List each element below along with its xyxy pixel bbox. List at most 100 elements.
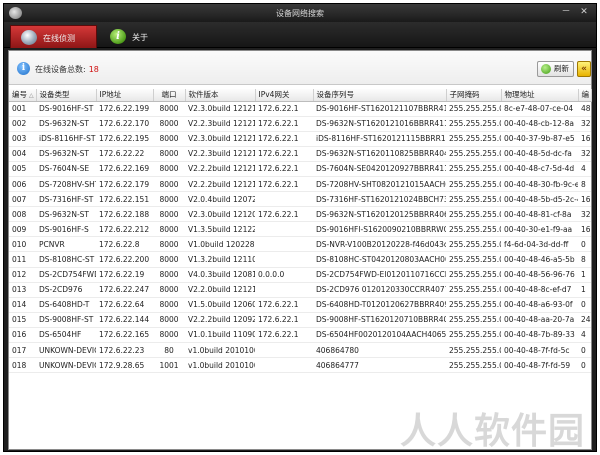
table-row[interactable]: 016 DS-6504HF 172.6.22.165 8000 V1.0.1build … — [9, 327, 591, 344]
refresh-button[interactable]: 刷新 — [537, 61, 574, 77]
column-header-subnet-mask[interactable]: 子网掩码 — [446, 89, 502, 102]
cell-ip-address: 172.6.22.64 — [96, 297, 153, 313]
cell-device-type: DS-7316HF-ST — [36, 191, 96, 208]
cell-serial-number: 406864780 — [313, 342, 446, 359]
tab-about[interactable]: i 关于 — [100, 25, 186, 48]
cell-ip-address: 172.6.22.19 — [96, 267, 153, 283]
column-header-software-version[interactable]: 软件版本 — [185, 89, 256, 102]
cell-mac-address: 00-40-48-5d-dc-fa — [501, 146, 578, 162]
cell-port: 8000 — [153, 206, 185, 223]
cell-serial-number: DS-6408HD-T0120120627BBRR4093... — [313, 297, 446, 313]
cell-ip-address: 172.6.22.170 — [96, 116, 153, 132]
cell-subnet-mask: 255.255.255.0 — [446, 101, 501, 117]
cell-ip-address: 172.9.28.65 — [96, 357, 153, 374]
cell-extra: 8 — [578, 251, 591, 268]
cell-extra: 1 — [578, 267, 591, 283]
table-row[interactable]: 018UNKOWN-DEVICE-TYPE172.9.28.651001v1.0… — [9, 357, 591, 374]
table-row[interactable]: 015 DS-9008HF-ST 172.6.22.144 8000 V2.2.2bui… — [9, 312, 591, 328]
cell-extra: 0 — [578, 236, 591, 253]
cell-subnet-mask: 255.255.255.0 — [446, 161, 501, 177]
cell-mac-address: 00-40-48-7f-fd-59 — [501, 357, 578, 374]
table-row[interactable]: 001 DS-9016HF-ST 172.6.22.199 8000 V2.3.0bui… — [9, 101, 591, 117]
cell-extra: 4 — [578, 327, 591, 344]
info-icon: i — [110, 29, 126, 44]
column-header-device-type[interactable]: 设备类型 — [36, 89, 97, 102]
cell-ip-address: 172.6.22.212 — [96, 221, 153, 238]
table-row[interactable]: 007 DS-7316HF-ST 172.6.22.151 8000 V2.0.4bui… — [9, 191, 591, 208]
collapse-button[interactable]: « — [577, 61, 591, 77]
table-row[interactable]: 011 DS-8108HC-ST 172.6.22.200 8000 V1.3.2bui… — [9, 251, 591, 268]
cell-ipv4-gateway: 172.6.22.1 — [255, 131, 313, 147]
cell-serial-number: DS-7316HF-ST1620121024BBCH731... — [313, 191, 446, 208]
column-header-mac-address[interactable]: 物理地址 — [501, 89, 579, 102]
cell-device-type: DS-7604N-SE — [36, 161, 96, 177]
table-row[interactable]: 012DS-2CD754FWD-EI172.6.22.198000V4.0.3b… — [9, 267, 591, 283]
cell-extra: 16 — [578, 221, 591, 238]
table-row[interactable]: 014 DS-6408HD-T 172.6.22.64 8000 V1.5.0build… — [9, 297, 591, 313]
table-row[interactable]: 008 DS-9632N-ST 172.6.22.188 8000 V2.3.0buil… — [9, 206, 591, 223]
cell-mac-address: 00-40-48-c7-5d-4d — [501, 161, 578, 177]
cell-serial-number: DS-2CD754FWD-EI0120110716CCR... — [313, 267, 446, 283]
cell-mac-address: 00-40-48-81-cf-8a — [501, 206, 578, 223]
column-header-no[interactable]: 编号 △ — [9, 89, 37, 102]
close-button[interactable]: ✕ — [578, 7, 590, 18]
cell-ipv4-gateway — [255, 191, 313, 208]
watermark-text: 人人软件园 — [400, 411, 586, 452]
table-row[interactable]: 005 DS-7604N-SE 172.6.22.169 8000 V2.2.2buil… — [9, 161, 591, 177]
cell-port: 8000 — [153, 116, 185, 132]
column-header-port[interactable]: 端口 — [153, 89, 186, 102]
cell-serial-number: DS-9016HFI-S1620090210BBRRWCVU... — [313, 221, 446, 238]
refresh-label: 刷新 — [554, 64, 569, 73]
cell-extra: 0 — [578, 357, 591, 374]
cell-device-type: UNKOWN-DEVICE-TYPE — [36, 342, 96, 359]
table-row[interactable]: 006 DS-7208HV-SHT 172.6.22.179 8000 V2.2.2bu… — [9, 176, 591, 193]
cell-port: 8000 — [153, 146, 185, 162]
cell-subnet-mask: 255.255.255.0 — [446, 267, 501, 283]
table-row[interactable]: 017UNKOWN-DEVICE-TYPE172.6.22.2380v1.0bu… — [9, 342, 591, 359]
cell-software-version: V2.2.3build 121212 — [185, 116, 255, 132]
cell-serial-number: DS-8108HC-ST0420120803AACH000... — [313, 251, 446, 268]
cell-mac-address: 00-40-48-46-a5-5b — [501, 251, 578, 268]
cell-mac-address: 00-40-48-7b-89-33 — [501, 327, 578, 344]
cell-mac-address: 00-40-48-aa-20-7a — [501, 312, 578, 328]
table-row[interactable]: 002 DS-9632N-ST 172.6.22.170 8000 V2.2.3buil… — [9, 116, 591, 132]
cell-no: 009 — [9, 221, 36, 238]
table-row[interactable]: 004 DS-9632N-ST 172.6.22.22 8000 V2.2.3build… — [9, 146, 591, 162]
cell-ipv4-gateway: 172.6.22.1 — [255, 206, 313, 223]
cell-software-version: V2.2.2build 121219 — [185, 161, 255, 177]
cell-serial-number: DS-9632N-ST1620110825BBRR4046... — [313, 146, 446, 162]
cell-device-type: DS-8108HC-ST — [36, 251, 96, 268]
cell-ipv4-gateway — [255, 221, 313, 238]
table-row[interactable]: 013 DS-2CD976 172.6.22.247 8000 V2.2.0build … — [9, 282, 591, 298]
cell-subnet-mask: 255.255.255.0 — [446, 297, 501, 313]
table-row[interactable]: 010 PCNVR 172.6.22.8 8000 V1.0build 120228 DS… — [9, 236, 591, 253]
cell-extra: 24 — [578, 312, 591, 328]
column-header-extra[interactable]: 编 — [578, 89, 592, 102]
cell-subnet-mask: 255.255.255.0 — [446, 357, 501, 374]
cell-subnet-mask: 255.255.255.0 — [446, 206, 501, 223]
cell-no: 016 — [9, 327, 36, 344]
column-header-serial-number[interactable]: 设备序列号 — [313, 89, 447, 102]
column-header-ipv4-gateway[interactable]: IPv4网关 — [255, 89, 314, 102]
cell-subnet-mask: 255.255.255.0 — [446, 176, 501, 193]
minimize-button[interactable]: － — [560, 7, 572, 18]
cell-software-version: V1.3.5build 121220 — [185, 221, 255, 238]
cell-software-version: V2.0.4build 120725 — [185, 191, 255, 208]
cell-device-type: iDS-8116HF-ST — [36, 131, 96, 147]
cell-serial-number: DS-6504HF0020120104AACH406572... — [313, 327, 446, 344]
device-table: 编号 △ 设备类型 IP地址 端口 软件版本 IPv4网关 设备序列号 子网掩码 物理地址编 00… — [9, 89, 592, 374]
online-count-label: 在线设备总数: 18 — [35, 64, 99, 75]
device-panel: i 在线设备总数: 18 刷新 « 编号 △ 设备类型 IP地址 端口 软件版本 IPv4网关… — [8, 50, 592, 450]
column-header-ip-address[interactable]: IP地址 — [96, 89, 154, 102]
tab-online-detect[interactable]: 在线侦测 — [10, 25, 97, 48]
online-count-text: 在线设备总数: — [35, 65, 86, 74]
cell-ip-address: 172.6.22.247 — [96, 282, 153, 298]
table-row[interactable]: 003 iDS-8116HF-ST 172.6.22.195 8000 V2.3.0bu… — [9, 131, 591, 147]
cell-serial-number: DS-NVR-V100B20120228-f46d043dddff — [313, 236, 446, 253]
cell-port: 8000 — [153, 282, 185, 298]
cell-subnet-mask: 255.255.255.0 — [446, 251, 501, 268]
cell-port: 8000 — [153, 221, 185, 238]
table-row[interactable]: 009 DS-9016HF-S 172.6.22.212 8000 V1.3.5buil… — [9, 221, 591, 238]
cell-no: 007 — [9, 191, 36, 208]
cell-port: 8000 — [153, 297, 185, 313]
